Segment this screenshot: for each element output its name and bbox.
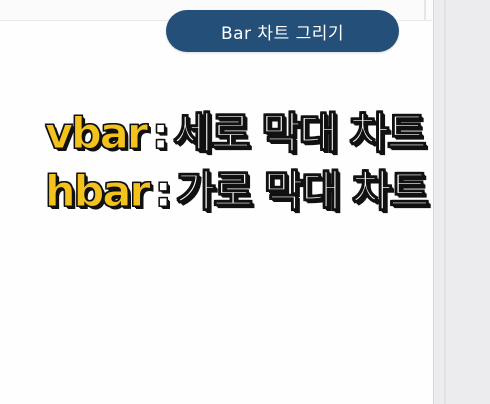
toolbar-divider: [424, 0, 426, 20]
caption-description: 가로 막대 차트: [175, 167, 429, 217]
title-badge-text: Bar 차트 그리기: [220, 23, 345, 44]
right-side-panel: [433, 0, 490, 404]
caption-line-hbar: hbar: 가로 막대 차트: [45, 170, 430, 214]
caption-separator: :: [154, 167, 172, 217]
caption-line-vbar: vbar: 세로 막대 차트: [44, 112, 427, 156]
video-frame: Bar 차트 그리기 vbar: 세로 막대 차트 hbar: 가로 막대 차트: [0, 0, 490, 404]
caption-description: 세로 막대 차트: [173, 109, 427, 159]
title-badge: Bar 차트 그리기: [166, 10, 399, 52]
caption-keyword: hbar: [45, 167, 152, 217]
caption-separator: :: [152, 109, 170, 159]
panel-divider: [444, 0, 446, 404]
caption-keyword: vbar: [44, 109, 148, 159]
